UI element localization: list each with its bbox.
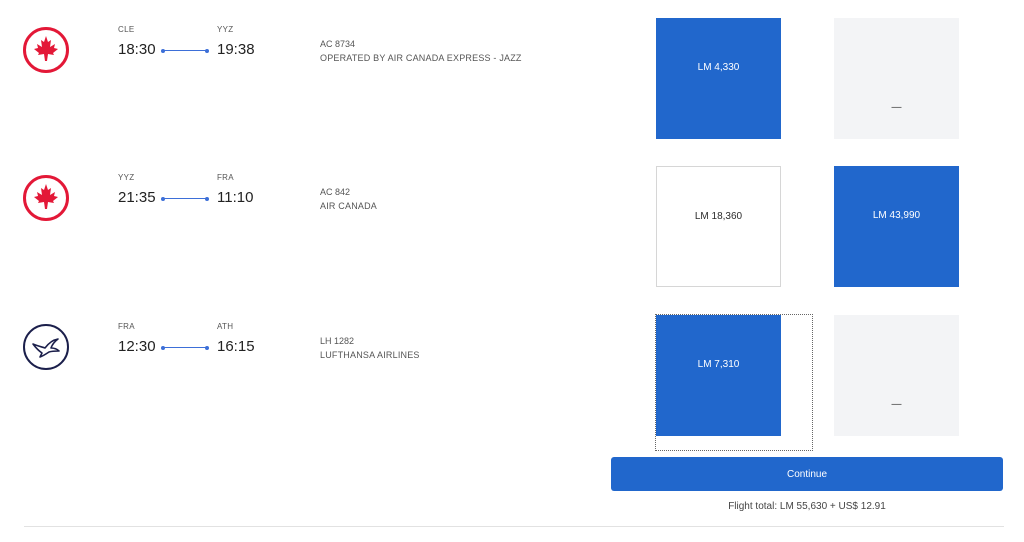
- divider: [24, 526, 1004, 527]
- fare-price: LM 43,990: [872, 210, 921, 221]
- fare-option-economy[interactable]: LM 18,360: [656, 166, 781, 287]
- flight-segment-1: CLE YYZ 18:30 19:38 AC 8734 OPERATED BY …: [0, 0, 1024, 148]
- fare-option-economy[interactable]: LM 4,330: [656, 18, 781, 139]
- arrival-time: 11:10: [217, 189, 254, 206]
- fare-price: LM 18,360: [694, 211, 743, 222]
- fare-price: —: [891, 399, 902, 410]
- operator-name: OPERATED BY AIR CANADA EXPRESS - JAZZ: [320, 53, 522, 63]
- fare-option-economy[interactable]: LM 7,310: [656, 315, 781, 436]
- air-canada-maple-leaf-icon: [23, 27, 69, 73]
- operator-name: AIR CANADA: [320, 201, 378, 211]
- origin-airport-code: CLE: [118, 25, 135, 34]
- route-line: [161, 345, 209, 350]
- air-canada-maple-leaf-icon: [23, 175, 69, 221]
- fare-price: LM 7,310: [697, 359, 740, 370]
- fare-price: —: [891, 102, 902, 113]
- arrival-time: 16:15: [217, 338, 255, 355]
- fare-option-business[interactable]: LM 43,990: [834, 166, 959, 287]
- destination-airport-code: FRA: [217, 173, 234, 182]
- departure-time: 12:30: [118, 338, 156, 355]
- fare-option-business: —: [834, 18, 959, 139]
- flight-total: Flight total: LM 55,630 + US$ 12.91: [728, 501, 886, 512]
- operator-name: LUFTHANSA AIRLINES: [320, 350, 420, 360]
- departure-time: 21:35: [118, 189, 156, 206]
- flight-segment-3: FRA ATH 12:30 16:15 LH 1282 LUFTHANSA AI…: [0, 297, 1024, 445]
- origin-airport-code: YYZ: [118, 173, 135, 182]
- fare-price: LM 4,330: [697, 62, 740, 73]
- flight-number: LH 1282: [320, 336, 355, 346]
- flight-segment-2: YYZ FRA 21:35 11:10 AC 842 AIR CANADA LM…: [0, 148, 1024, 296]
- lufthansa-crane-icon: [23, 324, 69, 370]
- route-line: [161, 196, 209, 201]
- departure-time: 18:30: [118, 41, 156, 58]
- destination-airport-code: YYZ: [217, 25, 234, 34]
- origin-airport-code: FRA: [118, 322, 135, 331]
- destination-airport-code: ATH: [217, 322, 234, 331]
- continue-button[interactable]: Continue: [611, 457, 1003, 491]
- fare-option-business: —: [834, 315, 959, 436]
- flight-number: AC 8734: [320, 39, 356, 49]
- route-line: [161, 48, 209, 53]
- flight-number: AC 842: [320, 187, 351, 197]
- arrival-time: 19:38: [217, 41, 255, 58]
